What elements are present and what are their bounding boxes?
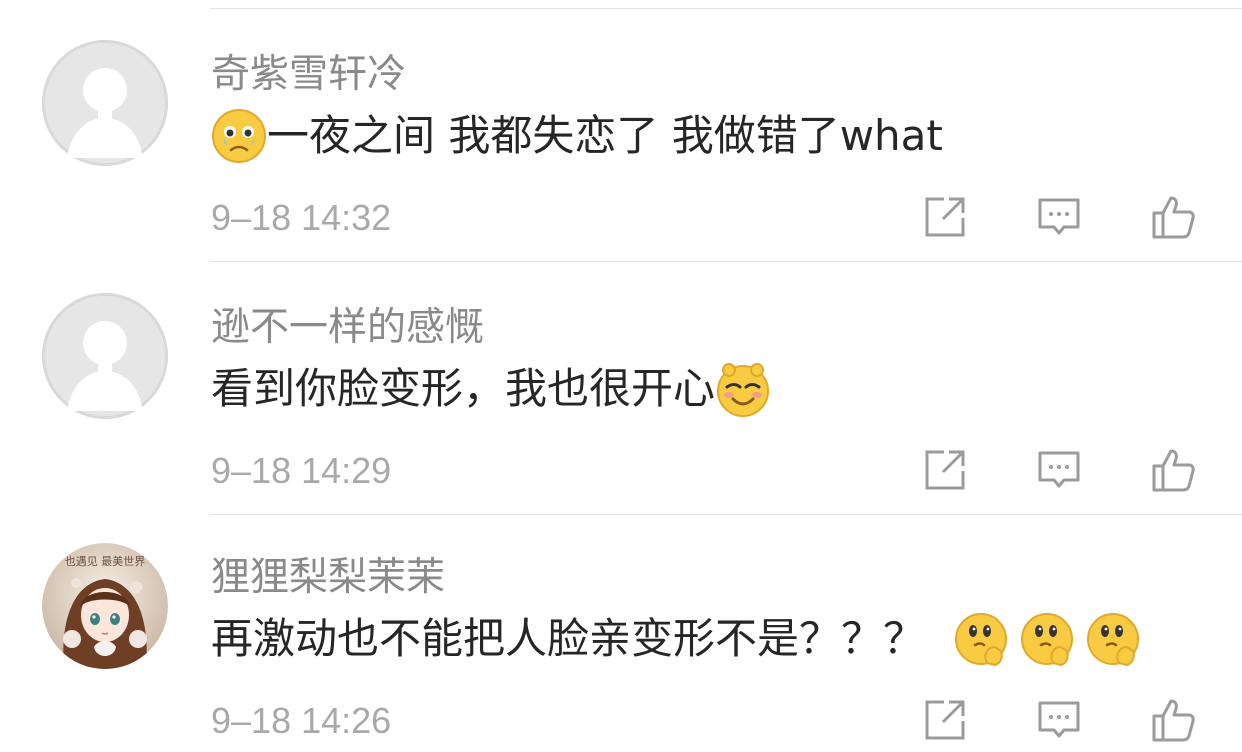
teary-face-emoji — [211, 108, 267, 164]
like-icon — [1152, 699, 1195, 742]
comment-list: 奇紫雪轩冷 一夜之间 我都失恋了 我做错了what 9–18 14:32 逊不一… — [0, 0, 1242, 752]
comment-text: 再激动也不能把人脸亲变形不是？？？ — [211, 611, 1141, 667]
comment-icon — [1038, 198, 1080, 235]
svg-text:也遇见 最美世界: 也遇见 最美世界 — [65, 555, 146, 568]
username[interactable]: 奇紫雪轩冷 — [211, 50, 406, 100]
username[interactable]: 逊不一样的感慨 — [211, 303, 484, 353]
comment-text-content: 再激动也不能把人脸亲变形不是？？？ — [211, 614, 926, 663]
thinking-face-emoji — [953, 611, 1009, 667]
comment-item: 奇紫雪轩冷 一夜之间 我都失恋了 我做错了what 9–18 14:32 — [0, 8, 1242, 261]
comment-icon — [1038, 701, 1080, 738]
like-button[interactable] — [1150, 194, 1196, 240]
like-icon — [1152, 196, 1195, 239]
comment-item: 也遇见 最美世界 狸狸梨梨茉茉 再激动也不能把人脸亲变形不是？？？ 9–18 1… — [0, 511, 1242, 752]
like-button[interactable] — [1150, 447, 1196, 493]
thinking-face-emoji — [1019, 611, 1075, 667]
share-icon — [925, 197, 965, 237]
like-button[interactable] — [1150, 697, 1196, 743]
smug-face-emoji — [715, 361, 771, 417]
comment-button[interactable] — [1036, 447, 1082, 493]
timestamp: 9–18 14:32 — [211, 197, 392, 238]
avatar[interactable] — [42, 40, 168, 166]
share-icon — [925, 700, 965, 740]
comment-text: 一夜之间 我都失恋了 我做错了what — [211, 108, 943, 164]
default-avatar-icon — [45, 296, 165, 416]
share-button[interactable] — [922, 447, 968, 493]
avatar[interactable]: 也遇见 最美世界 — [42, 543, 168, 669]
comment-text: 看到你脸变形，我也很开心 — [211, 361, 771, 417]
share-button[interactable] — [922, 697, 968, 743]
comment-button[interactable] — [1036, 697, 1082, 743]
comment-icon — [1038, 451, 1080, 488]
timestamp: 9–18 14:26 — [211, 700, 392, 741]
avatar[interactable] — [42, 293, 168, 419]
comment-text-content: 一夜之间 我都失恋了 我做错了what — [267, 111, 943, 160]
thinking-face-emoji — [1085, 611, 1141, 667]
share-icon — [925, 450, 965, 490]
timestamp: 9–18 14:29 — [211, 450, 392, 491]
comment-button[interactable] — [1036, 194, 1082, 240]
default-avatar-icon — [45, 43, 165, 163]
anime-girl-avatar: 也遇见 最美世界 — [42, 543, 168, 669]
comment-item: 逊不一样的感慨 看到你脸变形，我也很开心 9–18 14:29 — [0, 261, 1242, 514]
share-button[interactable] — [922, 194, 968, 240]
like-icon — [1152, 449, 1195, 492]
comment-text-content: 看到你脸变形，我也很开心 — [211, 364, 716, 413]
username[interactable]: 狸狸梨梨茉茉 — [211, 553, 445, 603]
